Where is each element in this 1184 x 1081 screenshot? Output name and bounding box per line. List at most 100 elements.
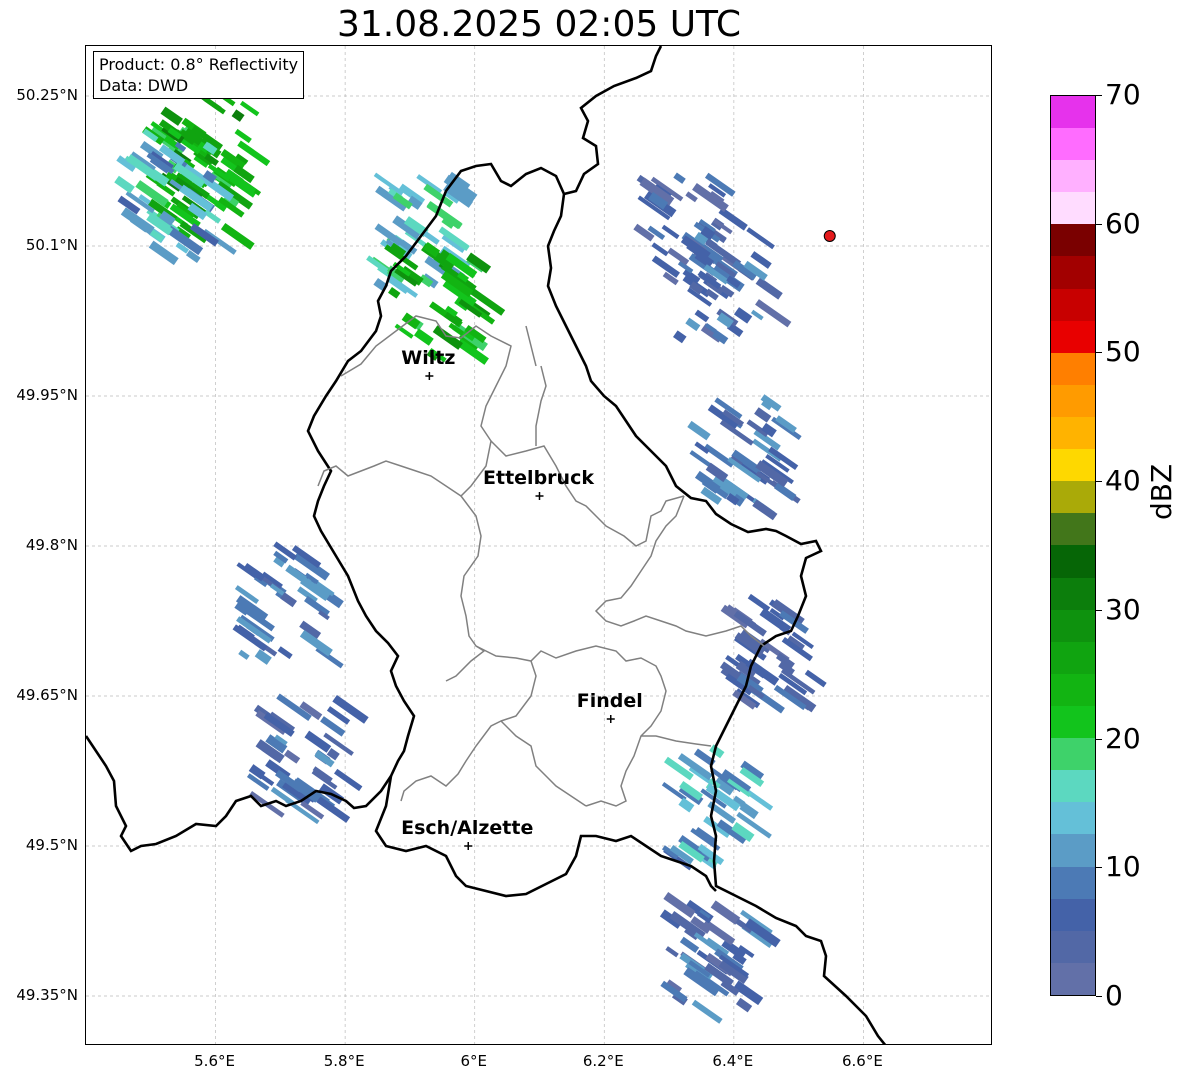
colorbar-tick-label: 70 [1105, 78, 1141, 111]
lat-tick-label: 49.35°N [16, 986, 78, 1004]
radar-echo-pixel [755, 299, 792, 328]
radar-echo-pixel [366, 255, 390, 274]
colorbar-tick-label: 50 [1105, 335, 1141, 369]
product-label: Product: 0.8° Reflectivity [99, 55, 299, 74]
colorbar-segment [1051, 224, 1095, 257]
lat-tick-label: 50.25°N [16, 86, 78, 104]
radar-echo-pixel [752, 499, 778, 521]
radar-echo-pixel [747, 593, 771, 612]
colorbar-segment [1051, 449, 1095, 482]
colorbar-tick-label: 20 [1105, 721, 1141, 755]
colorbar-segment [1051, 417, 1095, 450]
radar-echo-pixel [694, 309, 710, 323]
lat-tick-label: 49.65°N [16, 686, 78, 704]
colorbar-segment [1051, 384, 1095, 418]
colorbar-tick [1096, 738, 1102, 740]
radar-echo-pixel [685, 191, 698, 203]
colorbar-tick [1096, 95, 1102, 96]
city-label: Findel [576, 690, 643, 712]
colorbar-tick-label: 40 [1105, 464, 1141, 498]
canton-border [475, 645, 667, 807]
radar-echo-pixel [203, 96, 226, 115]
colorbar-segment [1051, 320, 1095, 353]
graticule [86, 46, 991, 1044]
radar-echo-layer [114, 92, 827, 1024]
radar-echo-pixel [673, 330, 687, 344]
radar-echo-pixel [277, 646, 293, 660]
colorbar-tick-label: 60 [1105, 206, 1141, 240]
colorbar-segment [1051, 609, 1095, 642]
colorbar-segment [1051, 513, 1095, 546]
radar-echo-pixel [750, 309, 764, 321]
radar-echo-pixel [114, 175, 135, 194]
radar-echo-pixel [238, 649, 250, 660]
colorbar-tick [1096, 223, 1102, 225]
colorbar-segment [1051, 866, 1095, 899]
radar-echo-pixel [283, 749, 301, 764]
colorbar-segment [1051, 802, 1095, 835]
colorbar [1050, 95, 1096, 996]
radar-echo-pixel [651, 242, 669, 257]
city-label: Ettelbruck [483, 467, 594, 489]
colorbar-segment [1051, 577, 1095, 610]
colorbar-segment [1051, 128, 1095, 161]
radar-echo-pixel [673, 172, 686, 184]
colorbar-segment [1051, 545, 1095, 578]
radar-echo-pixel [231, 109, 245, 122]
colorbar-segment [1051, 481, 1095, 514]
colorbar-segment [1051, 160, 1095, 193]
canton-border [525, 325, 547, 446]
colorbar-segment [1051, 256, 1095, 289]
colorbar-segment [1051, 962, 1095, 995]
canton-borders [317, 315, 765, 807]
radar-echo-pixel [332, 694, 369, 724]
radar-echo-pixel [665, 946, 679, 958]
radar-echo-pixel [239, 100, 260, 117]
colorbar-segment [1051, 641, 1095, 674]
radar-echo-pixel [285, 564, 307, 583]
lat-tick-label: 49.95°N [16, 386, 78, 404]
radar-echo-pixel [687, 420, 711, 441]
colorbar-tick [1096, 996, 1102, 997]
city-label: Esch/Alzette [401, 817, 534, 839]
colorbar-segment [1051, 96, 1095, 129]
canton-border [400, 720, 587, 807]
map-canvas [86, 46, 991, 1044]
map-title: 31.08.2025 02:05 UTC [336, 4, 742, 45]
radar-echo-pixel [710, 900, 741, 925]
city-markers [425, 230, 836, 850]
radar-echo-pixel [735, 997, 753, 1013]
radar-map[interactable] [85, 45, 992, 1045]
radar-echo-pixel [148, 240, 179, 266]
colorbar-tick [1096, 352, 1102, 354]
radar-echo-pixel [667, 247, 690, 266]
colorbar-segment [1051, 352, 1095, 385]
radar-echo-pixel [804, 669, 827, 688]
lon-tick-label: 6.2°E [582, 1052, 624, 1070]
city-marker [535, 492, 544, 500]
city-marker [606, 715, 615, 723]
city-marker [425, 372, 434, 380]
radar-echo-pixel [691, 999, 723, 1024]
colorbar-tick [1096, 867, 1102, 869]
colorbar-segment [1051, 192, 1095, 225]
product-info-box: Product: 0.8° Reflectivity Data: DWD [93, 51, 305, 99]
colorbar-unit-label: dBZ [1145, 463, 1178, 520]
city-label: Wiltz [401, 347, 456, 369]
colorbar-tick [1096, 481, 1102, 483]
radar-echo-pixel [203, 209, 222, 224]
colorbar-tick-label: 30 [1105, 592, 1141, 626]
radar-site-marker [823, 230, 836, 242]
lon-tick-label: 5.8°E [323, 1052, 365, 1070]
lat-tick-label: 49.5°N [25, 836, 78, 854]
colorbar-tick [1096, 609, 1102, 611]
colorbar-segment [1051, 898, 1095, 931]
radar-echo-pixel [426, 201, 463, 230]
lon-tick-label: 6°E [460, 1052, 487, 1070]
colorbar-segment [1051, 834, 1095, 867]
lat-tick-label: 50.1°N [25, 236, 78, 254]
colorbar-segment [1051, 288, 1095, 321]
canton-border [445, 495, 486, 682]
radar-echo-pixel [413, 328, 434, 346]
lon-tick-label: 6.6°E [842, 1052, 883, 1070]
